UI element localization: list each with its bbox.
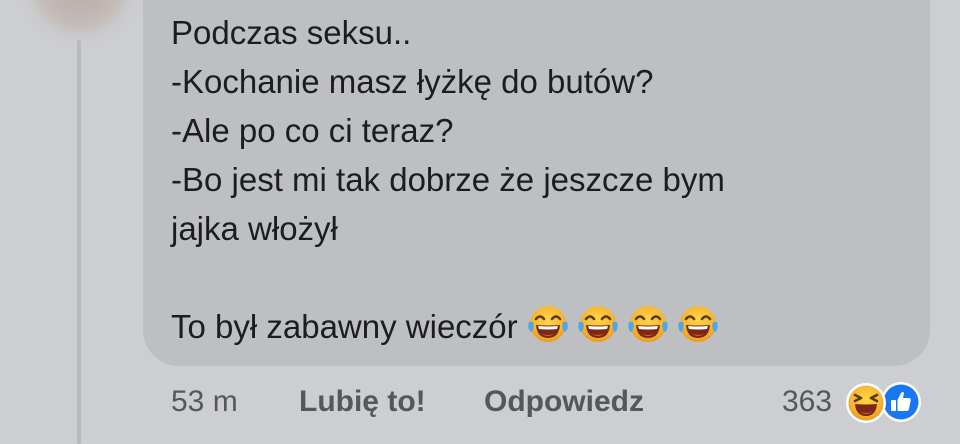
comment-line: -Ale po co ci teraz? [171,112,454,149]
comment-text: Podczas seksu.. -Kochanie masz łyżkę do … [171,8,871,351]
comment-closing-line: To był zabawny wieczór [171,302,871,351]
comment-line: -Bo jest mi tak dobrze że jeszcze bym [171,161,725,198]
comment-screen: Podczas seksu.. -Kochanie masz łyżkę do … [0,0,960,444]
comment-closing-text: To był zabawny wieczór [171,308,518,345]
comment-line: -Kochanie masz łyżkę do butów? [171,63,654,100]
tears-of-joy-emoji-icon [526,302,570,346]
reply-button[interactable]: Odpowiedz [484,378,644,426]
thread-line [77,40,81,444]
comment-timestamp: 53 m [171,385,238,418]
reaction-icons [844,379,928,425]
reactions-summary[interactable]: 363 [782,378,928,426]
comment-line: Podczas seksu.. [171,14,412,51]
tears-of-joy-emoji-icon [576,302,620,346]
tears-of-joy-emoji-icon [676,302,720,346]
reaction-count: 363 [782,385,833,418]
haha-reaction-icon [844,381,888,425]
comment-line: jajka włożył [171,210,338,247]
tears-of-joy-emoji-icon [626,302,670,346]
emoji-row [526,302,720,346]
avatar[interactable] [28,0,132,34]
like-button[interactable]: Lubię to! [299,378,426,426]
